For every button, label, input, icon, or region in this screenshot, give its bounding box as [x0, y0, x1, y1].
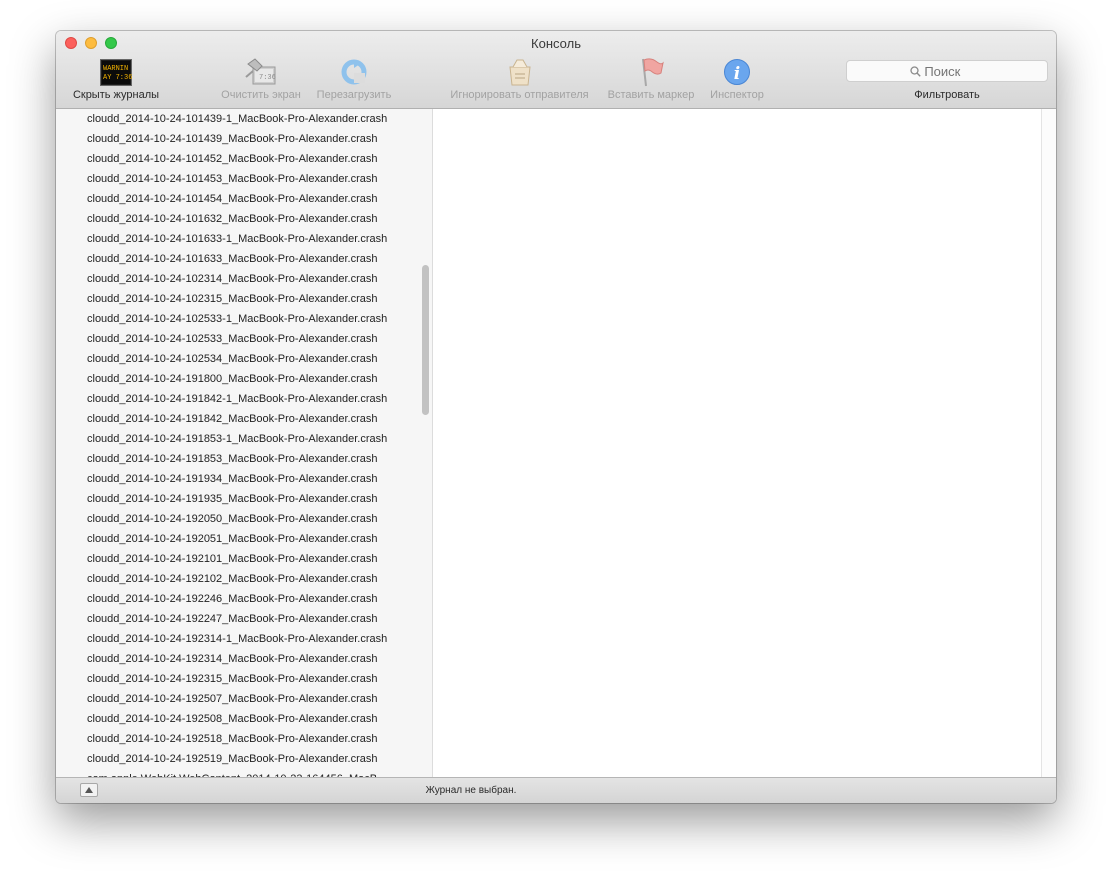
log-list-item[interactable]: cloudd_2014-10-24-192518_MacBook-Pro-Ale…	[56, 729, 417, 749]
inspector-label: Инспектор	[710, 89, 764, 101]
log-list-item[interactable]: cloudd_2014-10-24-192315_MacBook-Pro-Ale…	[56, 669, 417, 689]
log-list-item[interactable]: cloudd_2014-10-24-192101_MacBook-Pro-Ale…	[56, 549, 417, 569]
console-log-icon: WARNIN AY 7:36	[100, 58, 132, 86]
ignore-sender-icon	[508, 59, 531, 86]
search-icon	[910, 66, 921, 77]
ignore-sender-label: Игнорировать отправителя	[450, 89, 589, 101]
log-list-item[interactable]: cloudd_2014-10-24-191853-1_MacBook-Pro-A…	[56, 429, 417, 449]
log-list-item[interactable]: cloudd_2014-10-24-101632_MacBook-Pro-Ale…	[56, 209, 417, 229]
log-list-item[interactable]: cloudd_2014-10-24-192050_MacBook-Pro-Ale…	[56, 509, 417, 529]
log-list-item[interactable]: cloudd_2014-10-24-192246_MacBook-Pro-Ale…	[56, 589, 417, 609]
log-list-item[interactable]: cloudd_2014-10-24-102534_MacBook-Pro-Ale…	[56, 349, 417, 369]
log-list-item[interactable]: cloudd_2014-10-24-192314-1_MacBook-Pro-A…	[56, 629, 417, 649]
svg-text:i: i	[734, 64, 740, 84]
log-list-item[interactable]: com.apple.WebKit.WebContent_2014-10-23-1…	[56, 769, 417, 777]
log-list-item[interactable]: cloudd_2014-10-24-191842-1_MacBook-Pro-A…	[56, 389, 417, 409]
log-list-item[interactable]: cloudd_2014-10-24-191853_MacBook-Pro-Ale…	[56, 449, 417, 469]
reload-label: Перезагрузить	[316, 89, 392, 101]
svg-text:WARNIN: WARNIN	[103, 65, 128, 73]
reload-button[interactable]: Перезагрузить	[311, 56, 397, 101]
insert-marker-label: Вставить маркер	[607, 89, 695, 101]
marker-flag-icon	[642, 58, 664, 87]
hide-logs-label: Скрыть журналы	[72, 89, 160, 101]
log-list-item[interactable]: cloudd_2014-10-24-192508_MacBook-Pro-Ale…	[56, 709, 417, 729]
log-list-item[interactable]: cloudd_2014-10-24-102533_MacBook-Pro-Ale…	[56, 329, 417, 349]
log-content-area[interactable]	[433, 109, 1041, 777]
status-bar: Журнал не выбран.	[56, 777, 1056, 803]
clear-screen-button[interactable]: 7:36 Очистить экран	[211, 56, 311, 101]
log-list-item[interactable]: cloudd_2014-10-24-192314_MacBook-Pro-Ale…	[56, 649, 417, 669]
log-list-item[interactable]: cloudd_2014-10-24-101439_MacBook-Pro-Ale…	[56, 129, 417, 149]
clear-screen-icon: 7:36	[245, 58, 276, 85]
search-input[interactable]	[924, 64, 985, 79]
log-list-item[interactable]: cloudd_2014-10-24-192519_MacBook-Pro-Ale…	[56, 749, 417, 769]
search-field[interactable]	[846, 60, 1048, 82]
log-list-item[interactable]: cloudd_2014-10-24-191934_MacBook-Pro-Ale…	[56, 469, 417, 489]
hide-logs-button[interactable]: WARNIN AY 7:36 Скрыть журналы	[66, 56, 166, 101]
log-list-item[interactable]: cloudd_2014-10-24-101453_MacBook-Pro-Ale…	[56, 169, 417, 189]
log-list-item[interactable]: cloudd_2014-10-24-191935_MacBook-Pro-Ale…	[56, 489, 417, 509]
reload-icon	[341, 59, 367, 85]
log-list-item[interactable]: cloudd_2014-10-24-101454_MacBook-Pro-Ale…	[56, 189, 417, 209]
log-list-item[interactable]: cloudd_2014-10-24-101452_MacBook-Pro-Ale…	[56, 149, 417, 169]
log-list: cloudd_2014-10-24-101439-1_MacBook-Pro-A…	[56, 109, 432, 777]
log-list-item[interactable]: cloudd_2014-10-24-192051_MacBook-Pro-Ale…	[56, 529, 417, 549]
console-window: Консоль WARNIN AY 7:36 Скрыть журналы 7:…	[56, 31, 1056, 803]
log-list-item[interactable]: cloudd_2014-10-24-101633-1_MacBook-Pro-A…	[56, 229, 417, 249]
log-list-item[interactable]: cloudd_2014-10-24-192247_MacBook-Pro-Ale…	[56, 609, 417, 629]
log-list-item[interactable]: cloudd_2014-10-24-102533-1_MacBook-Pro-A…	[56, 309, 417, 329]
log-list-item[interactable]: cloudd_2014-10-24-192102_MacBook-Pro-Ale…	[56, 569, 417, 589]
ignore-sender-button[interactable]: Игнорировать отправителя	[442, 56, 597, 101]
log-list-item[interactable]: cloudd_2014-10-24-191800_MacBook-Pro-Ale…	[56, 369, 417, 389]
log-list-item[interactable]: cloudd_2014-10-24-101439-1_MacBook-Pro-A…	[56, 109, 417, 129]
inspector-button[interactable]: i Инспектор	[701, 56, 773, 101]
sidebar-scrollbar-thumb[interactable]	[422, 265, 429, 415]
log-list-item[interactable]: cloudd_2014-10-24-191842_MacBook-Pro-Ale…	[56, 409, 417, 429]
status-text: Журнал не выбран.	[425, 785, 517, 796]
svg-text:7:36: 7:36	[259, 74, 276, 82]
svg-text:AY 7:36: AY 7:36	[103, 74, 132, 82]
clear-screen-label: Очистить экран	[221, 89, 301, 101]
filter-label: Фильтровать	[914, 89, 980, 101]
insert-marker-button[interactable]: Вставить маркер	[601, 56, 701, 101]
log-list-item[interactable]: cloudd_2014-10-24-192507_MacBook-Pro-Ale…	[56, 689, 417, 709]
info-icon: i	[724, 59, 750, 85]
toolbar: Консоль WARNIN AY 7:36 Скрыть журналы 7:…	[56, 31, 1056, 109]
window-title: Консоль	[531, 36, 581, 51]
log-list-item[interactable]: cloudd_2014-10-24-101633_MacBook-Pro-Ale…	[56, 249, 417, 269]
log-list-sidebar[interactable]: cloudd_2014-10-24-101439-1_MacBook-Pro-A…	[56, 109, 433, 777]
content-scroll-gutter	[1041, 109, 1056, 777]
log-list-item[interactable]: cloudd_2014-10-24-102314_MacBook-Pro-Ale…	[56, 269, 417, 289]
log-list-item[interactable]: cloudd_2014-10-24-102315_MacBook-Pro-Ale…	[56, 289, 417, 309]
